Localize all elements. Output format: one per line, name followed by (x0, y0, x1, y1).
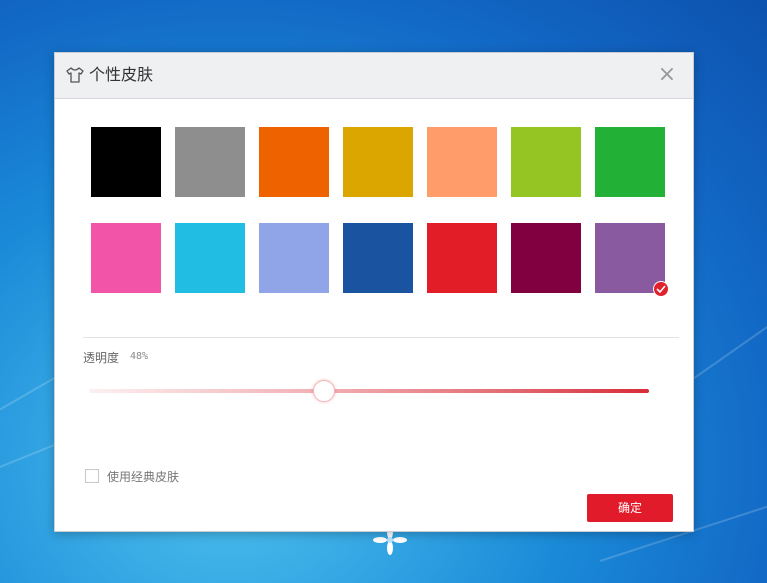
skin-swatch-light-orange[interactable] (427, 127, 497, 197)
skin-swatch-orange[interactable] (259, 127, 329, 197)
wallpaper-streak (689, 311, 767, 382)
skin-swatch-green[interactable] (595, 127, 665, 197)
skin-dialog: 个性皮肤 × 透明度 48% 使用经典皮肤 确定 (54, 52, 694, 532)
skin-swatch-purple[interactable] (595, 223, 669, 297)
skin-swatch-maroon[interactable] (511, 223, 581, 293)
opacity-slider-thumb[interactable] (313, 380, 336, 402)
dialog-title: 个性皮肤 (89, 65, 154, 84)
tshirt-icon (66, 67, 84, 83)
opacity-slider[interactable] (89, 380, 649, 402)
opacity-value: 48% (130, 351, 149, 362)
skin-swatch-navy[interactable] (343, 223, 413, 293)
classic-skin-label: 使用经典皮肤 (107, 470, 180, 484)
skin-swatch-red[interactable] (427, 223, 497, 293)
skin-swatch-black[interactable] (91, 127, 161, 197)
skin-swatch-gray[interactable] (175, 127, 245, 197)
divider (83, 337, 679, 338)
close-icon[interactable]: × (657, 64, 677, 86)
opacity-label: 透明度 (83, 351, 120, 365)
checkmark-icon (653, 281, 669, 297)
dialog-titlebar[interactable]: 个性皮肤 × (55, 53, 693, 99)
skin-swatch-cyan[interactable] (175, 223, 245, 293)
skin-swatch-lime[interactable] (511, 127, 581, 197)
ok-button[interactable]: 确定 (587, 494, 673, 522)
skin-swatch-pink[interactable] (91, 223, 161, 293)
classic-skin-checkbox[interactable] (85, 469, 99, 483)
skin-swatch-lavender[interactable] (259, 223, 329, 293)
skin-swatch-gold[interactable] (343, 127, 413, 197)
